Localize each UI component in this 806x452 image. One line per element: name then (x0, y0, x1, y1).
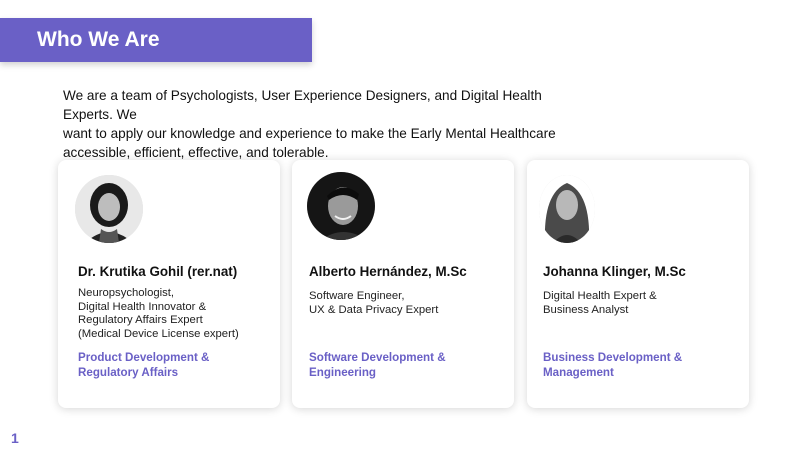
department-line: Software Development & (309, 351, 446, 364)
description-line: Digital Health Innovator & (78, 300, 207, 313)
intro-paragraph: We are a team of Psychologists, User Exp… (63, 86, 568, 162)
intro-line: We are a team of Psychologists, User Exp… (63, 88, 542, 122)
member-department: Product Development & Regulatory Affairs (78, 350, 209, 380)
member-name: Johanna Klinger, M.Sc (543, 264, 686, 279)
portrait-photo (307, 172, 375, 240)
description-line: Neuropsychologist, (78, 287, 175, 299)
member-department: Software Development & Engineering (309, 350, 446, 380)
avatar (75, 175, 143, 243)
description-line: Business Analyst (543, 303, 629, 316)
team-card-alberto: Alberto Hernández, M.Sc Software Enginee… (292, 160, 514, 408)
department-line: Regulatory Affairs (78, 366, 179, 379)
department-line: Business Development & (543, 351, 683, 364)
team-card-krutika: Dr. Krutika Gohil (rer.nat) Neuropsychol… (58, 160, 280, 408)
title-banner: Who We Are (0, 18, 312, 62)
avatar (539, 175, 595, 243)
department-line: Engineering (309, 366, 376, 379)
member-description: Software Engineer, UX & Data Privacy Exp… (309, 290, 438, 317)
description-line: UX & Data Privacy Expert (309, 303, 439, 316)
description-line: Digital Health Expert & (543, 290, 657, 302)
page-number: 1 (11, 430, 19, 446)
portrait-photo (75, 175, 143, 243)
avatar (307, 172, 375, 240)
description-line: Regulatory Affairs Expert (78, 314, 203, 327)
member-description: Digital Health Expert & Business Analyst (543, 290, 657, 317)
member-department: Business Development & Management (543, 350, 682, 380)
member-name: Dr. Krutika Gohil (rer.nat) (78, 264, 238, 279)
intro-line: want to apply our knowledge and experien… (63, 126, 556, 141)
member-description: Neuropsychologist, Digital Health Innova… (78, 287, 239, 342)
department-line: Management (543, 366, 614, 379)
department-line: Product Development & (78, 351, 210, 364)
description-line: Software Engineer, (309, 290, 405, 302)
page-title: Who We Are (37, 28, 160, 51)
description-line: (Medical Device License expert) (78, 328, 239, 341)
team-card-johanna: Johanna Klinger, M.Sc Digital Health Exp… (527, 160, 749, 408)
portrait-photo (539, 175, 595, 243)
member-name: Alberto Hernández, M.Sc (309, 264, 467, 279)
